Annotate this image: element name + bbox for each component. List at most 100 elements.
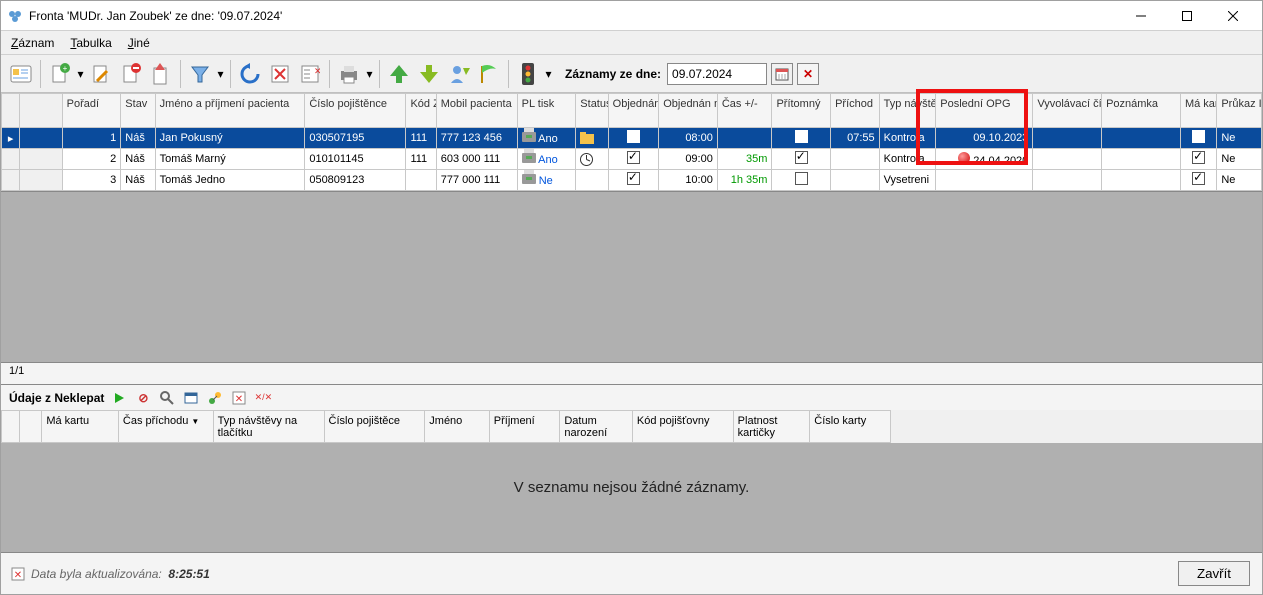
cell-objednan[interactable] <box>608 170 659 191</box>
print-icon <box>522 132 536 142</box>
cell-typ: Kontrola <box>879 128 936 149</box>
cell-pozn <box>1102 149 1181 170</box>
maximize-button[interactable] <box>1164 1 1210 31</box>
cell-poradi: 2 <box>62 149 121 170</box>
col2-kod[interactable]: Kód pojišťovny <box>632 411 733 443</box>
cell-objednan[interactable] <box>608 128 659 149</box>
uncheck-icon[interactable]: ✕ <box>230 389 248 407</box>
edit-doc-icon[interactable] <box>87 60 115 88</box>
cell-stav: Náš <box>121 170 155 191</box>
col2-cas[interactable]: Čas příchodu ▼ <box>118 411 213 443</box>
calendar-button[interactable] <box>771 63 793 85</box>
queue-table: Pořadí Stav Jméno a příjmení pacienta Čí… <box>1 93 1262 191</box>
cell-pl-tisk[interactable]: Ne <box>517 170 576 191</box>
date-label: Záznamy ze dne: <box>565 67 661 81</box>
cell-pritomny[interactable] <box>772 128 831 149</box>
cell-karta[interactable] <box>1180 149 1216 170</box>
zoom-icon[interactable] <box>158 389 176 407</box>
cell-jmeno: Jan Pokusný <box>155 128 305 149</box>
refresh-status-icon: ✕ <box>11 567 25 581</box>
table-row[interactable]: 2NášTomáš Marný010101145111603 000 111 A… <box>2 149 1262 170</box>
menu-zaznam[interactable]: Záznam <box>11 36 54 50</box>
date-input[interactable] <box>667 63 767 85</box>
col-cas[interactable]: Čas +/- <box>717 94 772 128</box>
col2-typ[interactable]: Typ návštěvy na tlačítku <box>213 411 324 443</box>
cell-mobil: 603 000 111 <box>436 149 517 170</box>
arrow-down-icon[interactable] <box>415 60 443 88</box>
cell-karta[interactable] <box>1180 128 1216 149</box>
traffic-light-dropdown[interactable]: ▾ <box>544 67 553 81</box>
table-header-row: Pořadí Stav Jméno a příjmení pacienta Čí… <box>2 94 1262 128</box>
col2-cislo-karty[interactable]: Číslo karty <box>810 411 891 443</box>
minimize-button[interactable] <box>1118 1 1164 31</box>
col-prichod[interactable]: Příchod <box>831 94 880 128</box>
print-dropdown[interactable]: ▾ <box>365 67 374 81</box>
col2-karta[interactable]: Má kartu <box>42 411 119 443</box>
link-icon[interactable] <box>206 389 224 407</box>
arrow-up-icon[interactable] <box>385 60 413 88</box>
col-vyvol[interactable]: Vyvolávací číslo <box>1033 94 1102 128</box>
col-stav[interactable]: Stav <box>121 94 155 128</box>
uncheck-all-icon[interactable] <box>266 60 294 88</box>
menu-jine[interactable]: Jiné <box>128 36 150 50</box>
col2-prijmeni[interactable]: Příjmení <box>489 411 560 443</box>
col-status[interactable]: Status <box>576 94 608 128</box>
delete-doc-icon[interactable] <box>117 60 145 88</box>
filter-icon[interactable] <box>186 60 214 88</box>
col-karta[interactable]: Má kartu <box>1180 94 1216 128</box>
col-pl-tisk[interactable]: PL tisk <box>517 94 576 128</box>
col-jmeno[interactable]: Jméno a příjmení pacienta <box>155 94 305 128</box>
window-icon[interactable] <box>182 389 200 407</box>
cell-opg <box>936 170 1033 191</box>
cell-pritomny[interactable] <box>772 149 831 170</box>
user-export-icon[interactable] <box>445 60 473 88</box>
traffic-light-icon[interactable] <box>514 60 542 88</box>
cell-pritomny[interactable] <box>772 170 831 191</box>
clear-date-button[interactable]: ✕ <box>797 63 819 85</box>
svg-text:✕: ✕ <box>14 570 22 581</box>
cell-poradi: 1 <box>62 128 121 149</box>
lower-table: Má kartu Čas příchodu ▼ Typ návštěvy na … <box>1 410 891 443</box>
toolbar: + ▾ ▾ ✕ ▾ ▾ Záznamy ze dne: ✕ <box>1 55 1262 93</box>
table-row[interactable]: ▸1NášJan Pokusný030507195111777 123 456 … <box>2 128 1262 149</box>
new-doc-icon[interactable]: + <box>46 60 74 88</box>
cell-objednan[interactable] <box>608 149 659 170</box>
up-doc-icon[interactable] <box>147 60 175 88</box>
col-mobil[interactable]: Mobil pacienta <box>436 94 517 128</box>
cell-karta[interactable] <box>1180 170 1216 191</box>
col2-jmeno[interactable]: Jméno <box>425 411 490 443</box>
col2-narozeni[interactable]: Datum narození <box>560 411 633 443</box>
col-pozn[interactable]: Poznámka <box>1102 94 1181 128</box>
col-objednan-na[interactable]: Objednán na <box>659 94 718 128</box>
refresh-icon[interactable] <box>236 60 264 88</box>
col-pritomny[interactable]: Přítomný <box>772 94 831 128</box>
lower-panel-header: Údaje z Neklepat ⊘ ✕ ✕/✕ <box>1 384 1262 410</box>
col-opg[interactable]: Poslední OPG <box>936 94 1033 128</box>
updated-label: Data byla aktualizována: 8:25:51 <box>31 567 210 581</box>
filter-dropdown[interactable]: ▾ <box>216 67 225 81</box>
table-row[interactable]: 3NášTomáš Jedno050809123777 000 111 Ne10… <box>2 170 1262 191</box>
stop-icon[interactable]: ⊘ <box>134 389 152 407</box>
col-poradi[interactable]: Pořadí <box>62 94 121 128</box>
col2-platnost[interactable]: Platnost kartičky <box>733 411 810 443</box>
print-icon <box>522 153 536 163</box>
clear-list-icon[interactable]: ✕/✕ <box>254 389 272 407</box>
uncheck-list-icon[interactable]: ✕ <box>296 60 324 88</box>
flag-icon[interactable] <box>475 60 503 88</box>
close-window-button[interactable] <box>1210 1 1256 31</box>
col-typ[interactable]: Typ návštěvy <box>879 94 936 128</box>
col-objednan[interactable]: Objednán <box>608 94 659 128</box>
print-icon[interactable] <box>335 60 363 88</box>
col-cislo-poj[interactable]: Číslo pojištěnce <box>305 94 406 128</box>
new-doc-dropdown[interactable]: ▾ <box>76 67 85 81</box>
menu-tabulka[interactable]: Tabulka <box>70 36 111 50</box>
col2-cislo-poj[interactable]: Číslo pojištěce <box>324 411 425 443</box>
card-icon[interactable] <box>7 60 35 88</box>
cell-pl-tisk[interactable]: Ano <box>517 149 576 170</box>
close-button[interactable]: Zavřít <box>1178 561 1250 586</box>
col-kod-zp[interactable]: Kód ZP <box>406 94 436 128</box>
col-prukaz[interactable]: Průkaz Info <box>1217 94 1262 128</box>
play-icon[interactable] <box>110 389 128 407</box>
cell-prichod <box>831 149 880 170</box>
cell-pl-tisk[interactable]: Ano <box>517 128 576 149</box>
